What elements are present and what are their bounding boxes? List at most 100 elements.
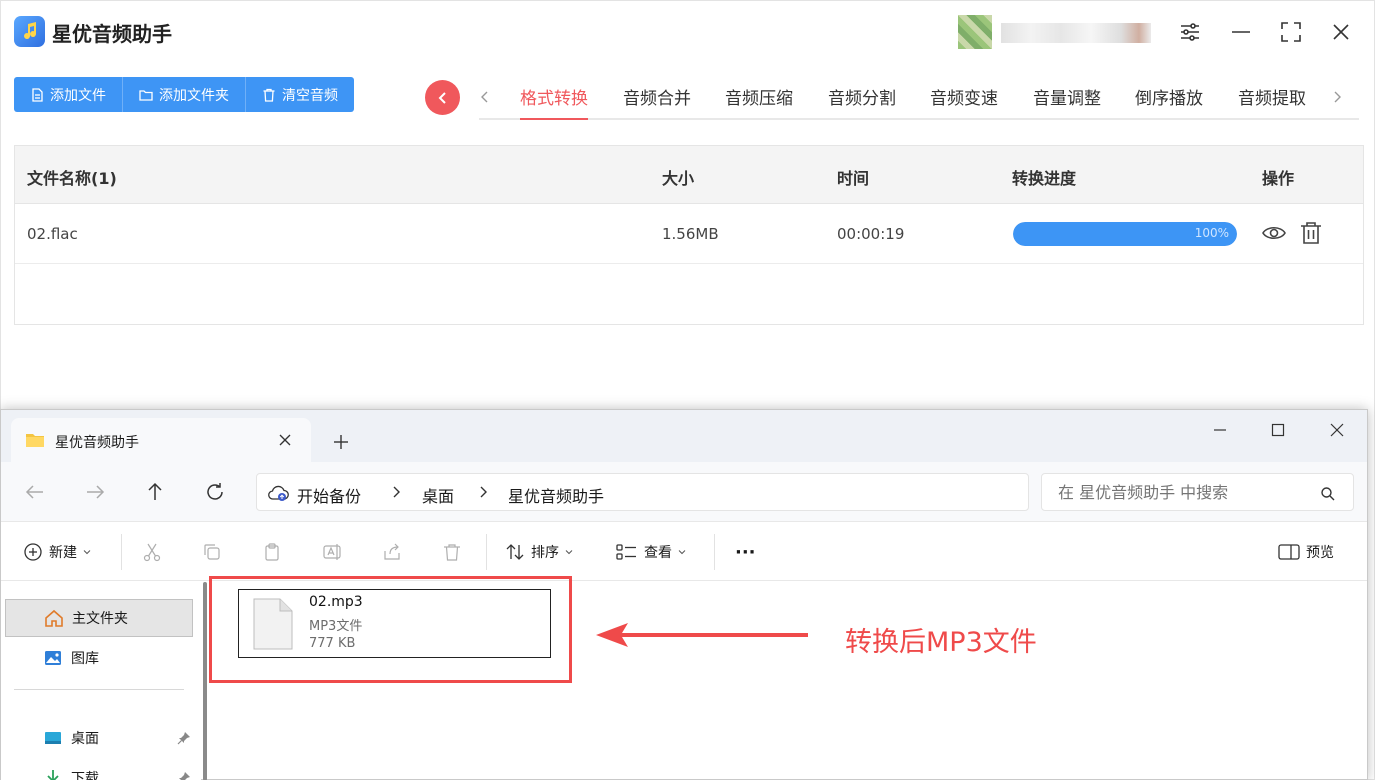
- copy-button[interactable]: [202, 522, 222, 582]
- more-options-button[interactable]: ···: [735, 522, 756, 582]
- table-row[interactable]: 02.flac 1.56MB 00:00:19 100%: [15, 204, 1363, 264]
- settings-button[interactable]: [1177, 19, 1203, 45]
- pin-icon[interactable]: [177, 771, 191, 780]
- app-title: 星优音频助手: [52, 22, 172, 46]
- chevron-down-icon: [565, 550, 573, 555]
- sort-icon: [506, 544, 524, 560]
- explorer-tab-title: 星优音频助手: [55, 435, 139, 451]
- cut-button[interactable]: [142, 522, 162, 582]
- sidebar-item-downloads[interactable]: 下载: [5, 759, 193, 780]
- header-filename: 文件名称(1): [27, 169, 117, 188]
- share-button[interactable]: [382, 522, 402, 582]
- copy-icon: [204, 544, 220, 560]
- explorer-minimize-button[interactable]: [1210, 420, 1230, 440]
- rename-icon: [323, 544, 341, 560]
- sidebar-scrollbar[interactable]: [203, 582, 207, 780]
- crumb-app-folder[interactable]: 星优音频助手: [508, 483, 604, 507]
- home-icon: [45, 609, 63, 627]
- file-toolbar: 添加文件 添加文件夹 清空音频: [14, 77, 354, 112]
- row-size: 1.56MB: [662, 225, 719, 243]
- tabs-next-button[interactable]: [1327, 85, 1347, 109]
- nav-up-button[interactable]: [144, 481, 166, 503]
- tab-format-convert[interactable]: 格式转换: [520, 84, 588, 120]
- explorer-tab[interactable]: 星优音频助手: [11, 418, 311, 462]
- explorer-maximize-button[interactable]: [1268, 420, 1288, 440]
- tab-audio-extract[interactable]: 音频提取: [1238, 84, 1306, 120]
- rename-button[interactable]: [322, 522, 342, 582]
- share-icon: [384, 543, 400, 560]
- explorer-close-button[interactable]: [1327, 420, 1347, 440]
- sidebar-item-label: 主文件夹: [72, 611, 128, 627]
- username-blurred[interactable]: [1001, 23, 1151, 43]
- header-time: 时间: [837, 169, 870, 188]
- folder-icon: [139, 89, 153, 101]
- plus-icon: [334, 435, 348, 449]
- file-explorer-window: 星优音频助手 开始备份 桌面 星优音频助手 在 星优音频助手 中搜索 新建 排序…: [0, 409, 1368, 780]
- arrow-up-icon: [148, 482, 162, 500]
- chevron-right-icon: [393, 486, 400, 498]
- refresh-button[interactable]: [204, 481, 226, 503]
- divider: [714, 534, 715, 570]
- trash-icon: [263, 88, 275, 102]
- sidebar-item-home[interactable]: 主文件夹: [5, 599, 193, 637]
- clear-audio-button[interactable]: 清空音频: [246, 77, 354, 112]
- view-label: 查看: [644, 545, 672, 561]
- preview-button[interactable]: [1261, 220, 1287, 246]
- desktop-icon: [45, 732, 61, 744]
- file-icon: [32, 87, 43, 102]
- search-icon[interactable]: [1320, 486, 1336, 502]
- crumb-backup[interactable]: 开始备份: [297, 483, 361, 507]
- close-icon: [1330, 423, 1344, 437]
- download-icon: [47, 770, 59, 780]
- new-tab-button[interactable]: [331, 432, 351, 452]
- tab-volume-adjust[interactable]: 音量调整: [1033, 84, 1101, 120]
- minimize-button[interactable]: [1228, 19, 1254, 45]
- nav-back-button[interactable]: [24, 481, 46, 503]
- search-input[interactable]: [1041, 473, 1354, 511]
- preview-pane-button[interactable]: 预览: [1278, 522, 1334, 582]
- arrow-right-icon: [87, 485, 105, 499]
- maximize-icon: [1271, 423, 1285, 437]
- add-file-button[interactable]: 添加文件: [14, 77, 123, 112]
- add-folder-button[interactable]: 添加文件夹: [123, 77, 246, 112]
- annotation-text: 转换后MP3文件: [845, 627, 1037, 658]
- view-button[interactable]: 查看: [616, 522, 686, 582]
- new-button[interactable]: 新建: [23, 522, 91, 582]
- divider: [486, 534, 487, 570]
- explorer-tabstrip: 星优音频助手: [1, 410, 1367, 462]
- music-note-icon: [24, 22, 37, 40]
- arrow-left-icon: [596, 623, 808, 647]
- table-header: 文件名称(1) 大小 时间 转换进度 操作: [15, 146, 1363, 204]
- tab-audio-split[interactable]: 音频分割: [828, 84, 896, 120]
- back-button[interactable]: [425, 80, 460, 115]
- view-list-icon: [616, 544, 636, 560]
- pin-icon[interactable]: [177, 731, 191, 745]
- sort-button[interactable]: 排序: [505, 522, 573, 582]
- header-size: 大小: [662, 169, 695, 188]
- divider: [14, 689, 184, 690]
- chevron-down-icon: [83, 550, 91, 555]
- clear-audio-label: 清空音频: [282, 87, 338, 104]
- new-label: 新建: [49, 545, 77, 561]
- delete-button[interactable]: [442, 522, 462, 582]
- crumb-desktop[interactable]: 桌面: [422, 483, 454, 507]
- explorer-tab-close-button[interactable]: [275, 430, 295, 450]
- sort-label: 排序: [531, 545, 559, 561]
- tab-audio-compress[interactable]: 音频压缩: [725, 84, 793, 120]
- progress-text: 100%: [1194, 226, 1229, 240]
- address-bar[interactable]: 开始备份 桌面 星优音频助手: [256, 473, 1029, 511]
- close-button[interactable]: [1328, 19, 1354, 45]
- sidebar-item-gallery[interactable]: 图库: [5, 639, 193, 677]
- tabs-prev-button[interactable]: [475, 85, 495, 109]
- row-time: 00:00:19: [837, 225, 905, 243]
- delete-button[interactable]: [1298, 220, 1324, 246]
- maximize-button[interactable]: [1278, 19, 1304, 45]
- tab-reverse-play[interactable]: 倒序播放: [1135, 84, 1203, 120]
- avatar[interactable]: [958, 15, 992, 49]
- nav-forward-button[interactable]: [84, 481, 106, 503]
- paste-button[interactable]: [262, 522, 282, 582]
- tab-audio-merge[interactable]: 音频合并: [623, 84, 691, 120]
- function-tabs: 格式转换 音频合并 音频压缩 音频分割 音频变速 音量调整 倒序播放 音频提取: [479, 82, 1359, 120]
- tab-audio-speed[interactable]: 音频变速: [930, 84, 998, 120]
- sidebar-item-desktop[interactable]: 桌面: [5, 719, 193, 757]
